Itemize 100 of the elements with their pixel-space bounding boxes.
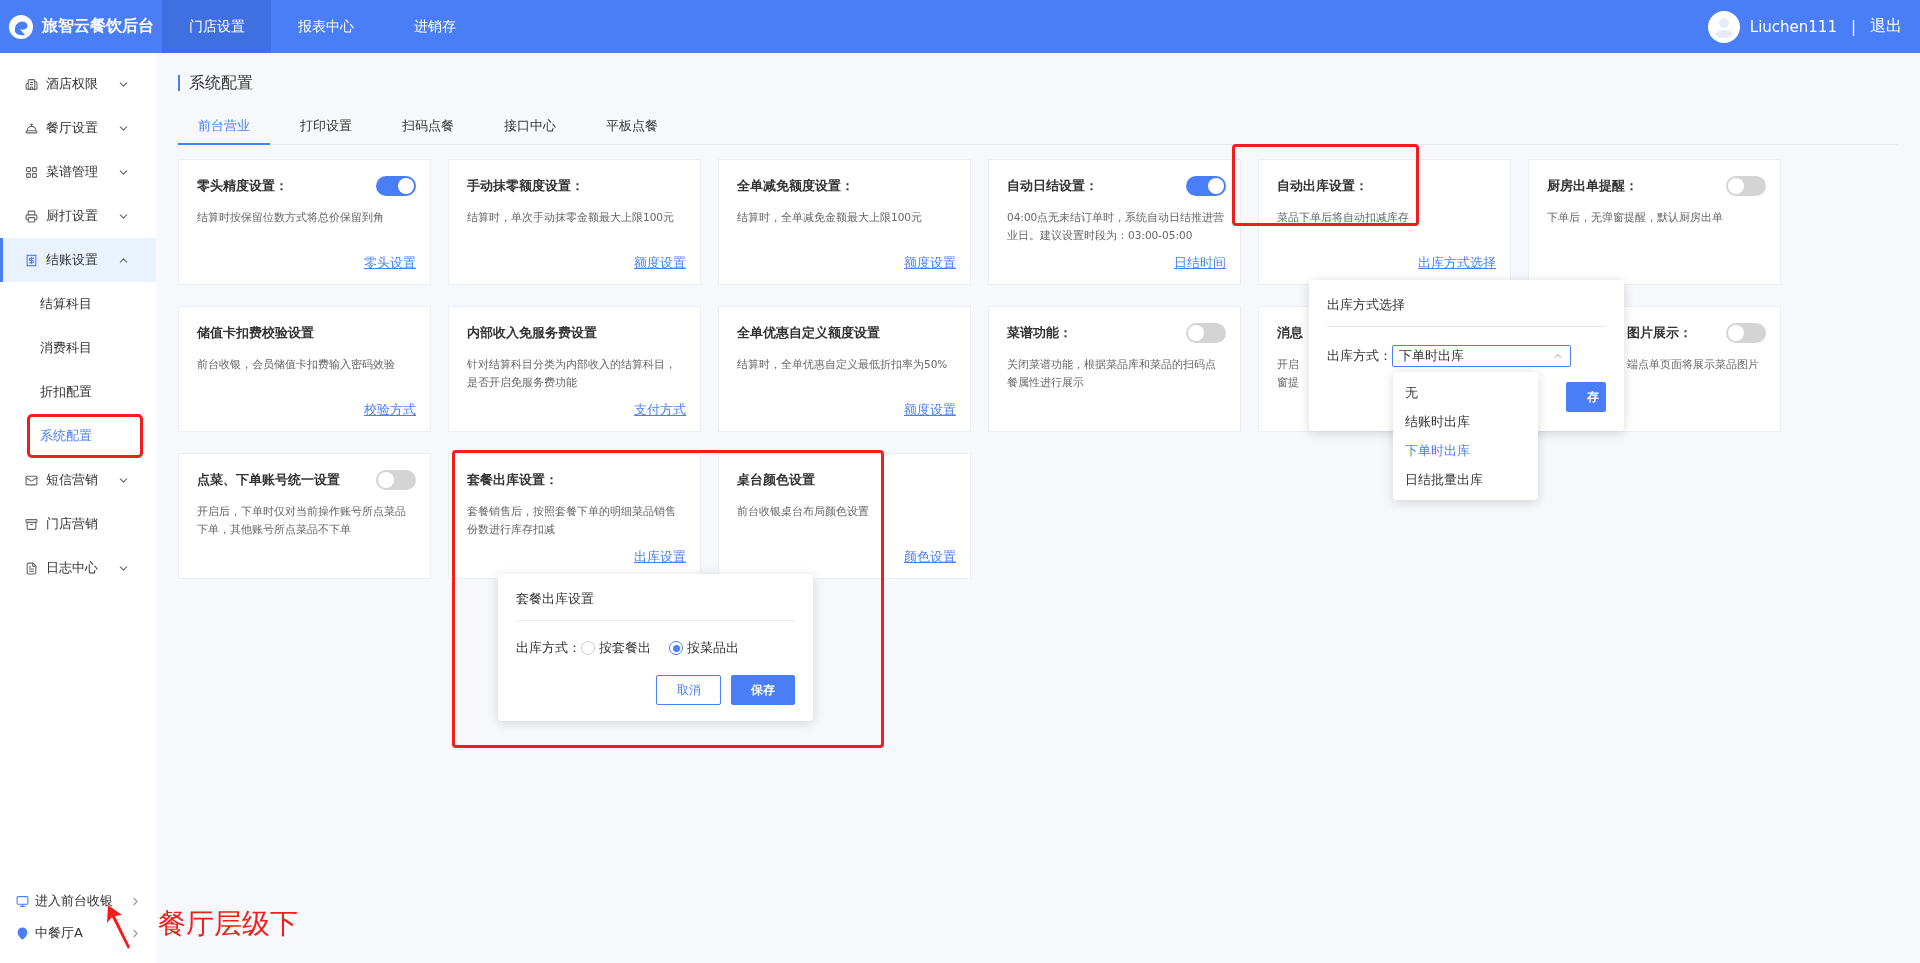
card-link[interactable]: 额度设置 (634, 254, 686, 272)
card-title: 储值卡扣费校验设置 (197, 324, 314, 342)
card-description: 关闭菜谱功能，根据菜品库和菜品的扫码点 餐属性进行展示 (1007, 357, 1216, 390)
sidebar-item[interactable]: 结账设置 (0, 238, 156, 282)
separator: | (1850, 17, 1856, 36)
monitor-icon (16, 894, 29, 908)
card-description: 结算时按保留位数方式将总价保留到角 (197, 210, 384, 225)
sidebar-subitem[interactable]: 系统配置 (0, 414, 156, 458)
card-title: 桌台颜色设置 (737, 471, 815, 489)
nav-tab[interactable]: 门店设置 (162, 0, 271, 53)
sidebar-item[interactable]: 门店营销 (0, 502, 156, 546)
pin-icon (16, 926, 29, 940)
card-link[interactable]: 出库设置 (634, 548, 686, 566)
dropdown-option[interactable]: 无 (1393, 378, 1538, 407)
card-title: 消息 (1277, 324, 1303, 342)
page-title: 系统配置 (178, 75, 1898, 91)
save-button[interactable]: 存 (1566, 382, 1606, 412)
card-description: 前台收银，会员储值卡扣费输入密码效验 (197, 357, 395, 372)
menu-icon (25, 561, 38, 575)
sidebar-item[interactable]: 短信营销 (0, 458, 156, 502)
sidebar-item[interactable]: 日志中心 (0, 546, 156, 590)
card-link[interactable]: 额度设置 (904, 254, 956, 272)
sidebar-subitem[interactable]: 折扣配置 (0, 370, 156, 414)
card-title: 内部收入免服务费设置 (467, 324, 597, 342)
card-description: 开启后，下单时仅对当前操作账号所点菜品 下单，其他账号所点菜品不下单 (197, 504, 406, 537)
footer-link[interactable]: 进入前台收银 (0, 885, 156, 917)
card-description: 套餐销售后，按照套餐下单的明细菜品销售 份数进行库存扣减 (467, 504, 676, 537)
user-name: Liuchen111 (1749, 17, 1837, 36)
card-title: 自动出库设置： (1277, 177, 1368, 195)
card-link[interactable]: 出库方式选择 (1418, 254, 1496, 272)
card-title: 全单优惠自定义额度设置 (737, 324, 880, 342)
logo-icon (8, 13, 34, 40)
card-title: 全单减免额度设置： (737, 177, 854, 195)
card-link[interactable]: 颜色设置 (904, 548, 956, 566)
sidebar-subitem[interactable]: 消费科目 (0, 326, 156, 370)
card-description: 前台收银桌台布局颜色设置 (737, 504, 869, 519)
card-description: 端点单页面将展示菜品图片 (1627, 357, 1759, 372)
card-description: 结算时，全单优惠自定义最低折扣率为50% (737, 357, 948, 372)
toggle-switch[interactable] (1186, 323, 1226, 343)
tab[interactable]: 前台营业 (178, 117, 270, 145)
menu-icon (25, 77, 38, 91)
avatar-icon[interactable] (1707, 10, 1740, 43)
dropdown-option[interactable]: 日结批量出库 (1393, 465, 1538, 494)
card-link[interactable]: 日结时间 (1174, 254, 1226, 272)
popover-title: 套餐出库设置 (516, 590, 795, 621)
card-description: 针对结算科目分类为内部收入的结算科目， 是否开启免服务费功能 (467, 357, 676, 390)
card-title: 套餐出库设置： (467, 471, 558, 489)
radio-label[interactable]: 按菜品出 (687, 639, 739, 657)
card-title: 图片展示： (1627, 324, 1692, 342)
save-button[interactable]: 保存 (731, 675, 795, 705)
menu-icon (25, 165, 38, 179)
popover-title: 出库方式选择 (1327, 296, 1606, 327)
app-title: 旅智云餐饮后台 (42, 16, 154, 37)
menu-icon (25, 517, 38, 531)
card-link[interactable]: 零头设置 (364, 254, 416, 272)
sidebar-item[interactable]: 菜谱管理 (0, 150, 156, 194)
radio-label[interactable]: 按套餐出 (599, 639, 651, 657)
card-title: 零头精度设置： (197, 177, 288, 195)
dropdown-option[interactable]: 下单时出库 (1393, 436, 1538, 465)
field-label: 出库方式： (1327, 347, 1392, 365)
field-label: 出库方式： (516, 639, 581, 657)
card-link[interactable]: 校验方式 (364, 401, 416, 419)
sidebar-subitem[interactable]: 结算科目 (0, 282, 156, 326)
nav-tab[interactable]: 进销存 (380, 0, 489, 53)
tab[interactable]: 扫码点餐 (382, 117, 474, 145)
tab[interactable]: 打印设置 (280, 117, 372, 145)
card-title: 菜谱功能： (1007, 324, 1072, 342)
toggle-switch[interactable] (1726, 323, 1766, 343)
menu-icon (25, 209, 38, 223)
annotation-label: 餐厅层级下 (158, 906, 298, 942)
dropdown-option[interactable]: 结账时出库 (1393, 407, 1538, 436)
card-description: 开启 窗提 (1277, 357, 1299, 390)
card-title: 点菜、下单账号统一设置 (197, 471, 340, 489)
footer-link[interactable]: 中餐厅A (0, 917, 156, 949)
menu-icon (25, 253, 38, 267)
menu-icon (25, 121, 38, 135)
sidebar-item[interactable]: 厨打设置 (0, 194, 156, 238)
nav-tab[interactable]: 报表中心 (271, 0, 380, 53)
radio-button[interactable] (669, 641, 683, 655)
card-description: 下单后，无弹窗提醒，默认厨房出单 (1547, 210, 1723, 225)
cancel-button[interactable]: 取消 (656, 675, 721, 705)
sidebar-item[interactable]: 餐厅设置 (0, 106, 156, 150)
radio-button[interactable] (581, 641, 595, 655)
logout-link[interactable]: 退出 (1870, 16, 1902, 37)
card-description: 菜品下单后将自动扣减库存 (1277, 210, 1409, 225)
card-link[interactable]: 额度设置 (904, 401, 956, 419)
card-title: 厨房出单提醒： (1547, 177, 1638, 195)
sidebar-item[interactable]: 酒店权限 (0, 62, 156, 106)
tab[interactable]: 平板点餐 (586, 117, 678, 145)
toggle-switch[interactable] (376, 176, 416, 196)
card-description: 结算时，全单减免金额最大上限100元 (737, 210, 923, 225)
card-link[interactable]: 支付方式 (634, 401, 686, 419)
toggle-switch[interactable] (376, 470, 416, 490)
toggle-switch[interactable] (1186, 176, 1226, 196)
tab[interactable]: 接口中心 (484, 117, 576, 145)
menu-icon (25, 473, 38, 487)
card-title: 自动日结设置： (1007, 177, 1098, 195)
card-description: 结算时，单次手动抹零金额最大上限100元 (467, 210, 675, 225)
card-description: 04:00点无未结订单时，系统自动日结推进营 业日。建议设置时段为：03:00-05:00 (1007, 210, 1225, 243)
toggle-switch[interactable] (1726, 176, 1766, 196)
